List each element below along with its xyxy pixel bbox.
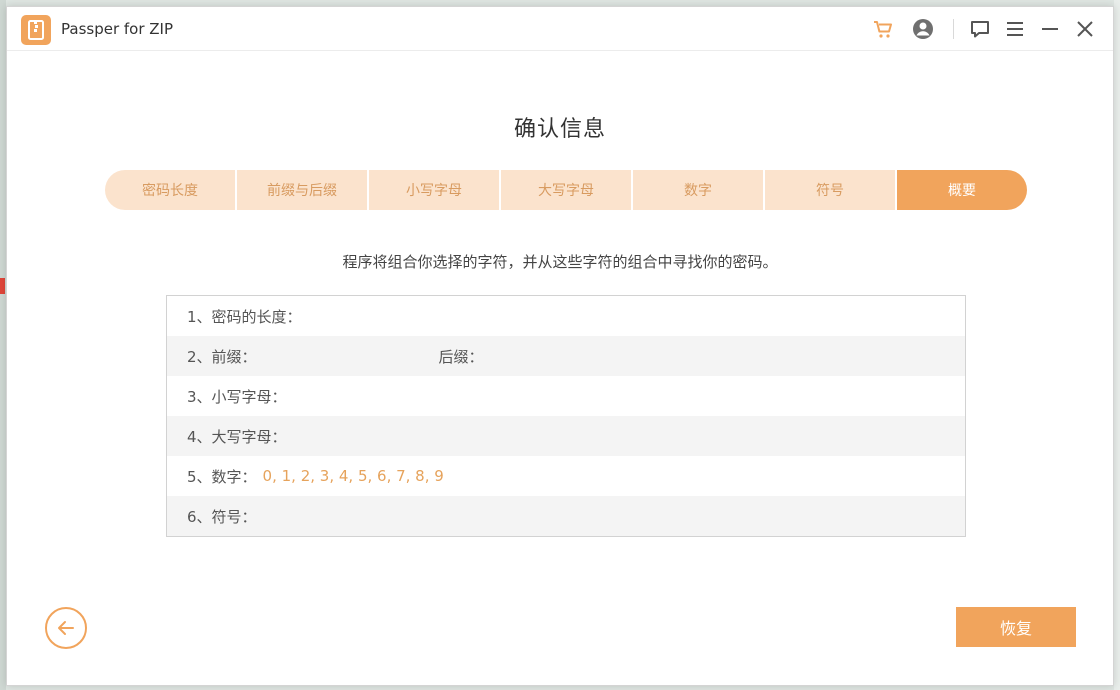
recover-button[interactable]: 恢复 — [956, 607, 1076, 647]
step-password-length[interactable]: 密码长度 — [105, 170, 237, 210]
desktop-background-marker — [0, 278, 5, 294]
step-uppercase[interactable]: 大写字母 — [501, 170, 633, 210]
zip-file-icon — [21, 15, 51, 45]
close-icon[interactable] — [1073, 17, 1097, 41]
step-digits[interactable]: 数字 — [633, 170, 765, 210]
summary-row-digits: 5、数字： 0, 1, 2, 3, 4, 5, 6, 7, 8, 9 — [167, 456, 965, 496]
step-summary[interactable]: 概要 — [897, 170, 1027, 210]
page-title: 确认信息 — [513, 117, 606, 142]
menu-icon[interactable] — [1003, 17, 1027, 41]
step-progress-bar: 密码长度 前缀与后缀 小写字母 大写字母 数字 符号 概要 — [105, 170, 1027, 210]
cart-icon[interactable] — [871, 17, 895, 41]
toolbar-separator — [953, 19, 954, 39]
minimize-icon[interactable] — [1038, 17, 1062, 41]
summary-table: 1、密码的长度： 2、前缀： 后缀： 3、小写字母： 4、大写字母： 5、数字：… — [166, 295, 966, 537]
step-lowercase[interactable]: 小写字母 — [369, 170, 501, 210]
app-title: Passper for ZIP — [61, 20, 174, 38]
title-bar: Passper for ZIP — [7, 7, 1113, 51]
digits-value: 0, 1, 2, 3, 4, 5, 6, 7, 8, 9 — [262, 467, 444, 485]
description-text: 程序将组合你选择的字符，并从这些字符的组合中寻找你的密码。 — [342, 253, 778, 271]
uppercase-label: 4、大写字母： — [187, 427, 287, 446]
summary-row-symbols: 6、符号： — [167, 496, 965, 536]
step-symbols[interactable]: 符号 — [765, 170, 897, 210]
step-prefix-suffix[interactable]: 前缀与后缀 — [237, 170, 369, 210]
summary-row-prefix-suffix: 2、前缀： 后缀： — [167, 336, 965, 376]
suffix-label: 后缀： — [438, 347, 484, 366]
summary-row-lowercase: 3、小写字母： — [167, 376, 965, 416]
feedback-icon[interactable] — [968, 17, 992, 41]
summary-row-uppercase: 4、大写字母： — [167, 416, 965, 456]
lowercase-label: 3、小写字母： — [187, 387, 287, 406]
symbols-label: 6、符号： — [187, 507, 257, 526]
back-button[interactable] — [45, 607, 87, 649]
digits-label: 5、数字： — [187, 467, 257, 486]
account-icon[interactable] — [911, 17, 935, 41]
length-label: 1、密码的长度： — [187, 307, 302, 326]
app-window: Passper for ZIP 确认信息 密码长度 前缀与后缀 小写字母 大写字… — [6, 6, 1114, 686]
prefix-label: 2、前缀： — [187, 347, 257, 366]
summary-row-length: 1、密码的长度： — [167, 296, 965, 336]
back-arrow-icon — [58, 621, 74, 635]
desktop-background-right — [1114, 0, 1120, 690]
